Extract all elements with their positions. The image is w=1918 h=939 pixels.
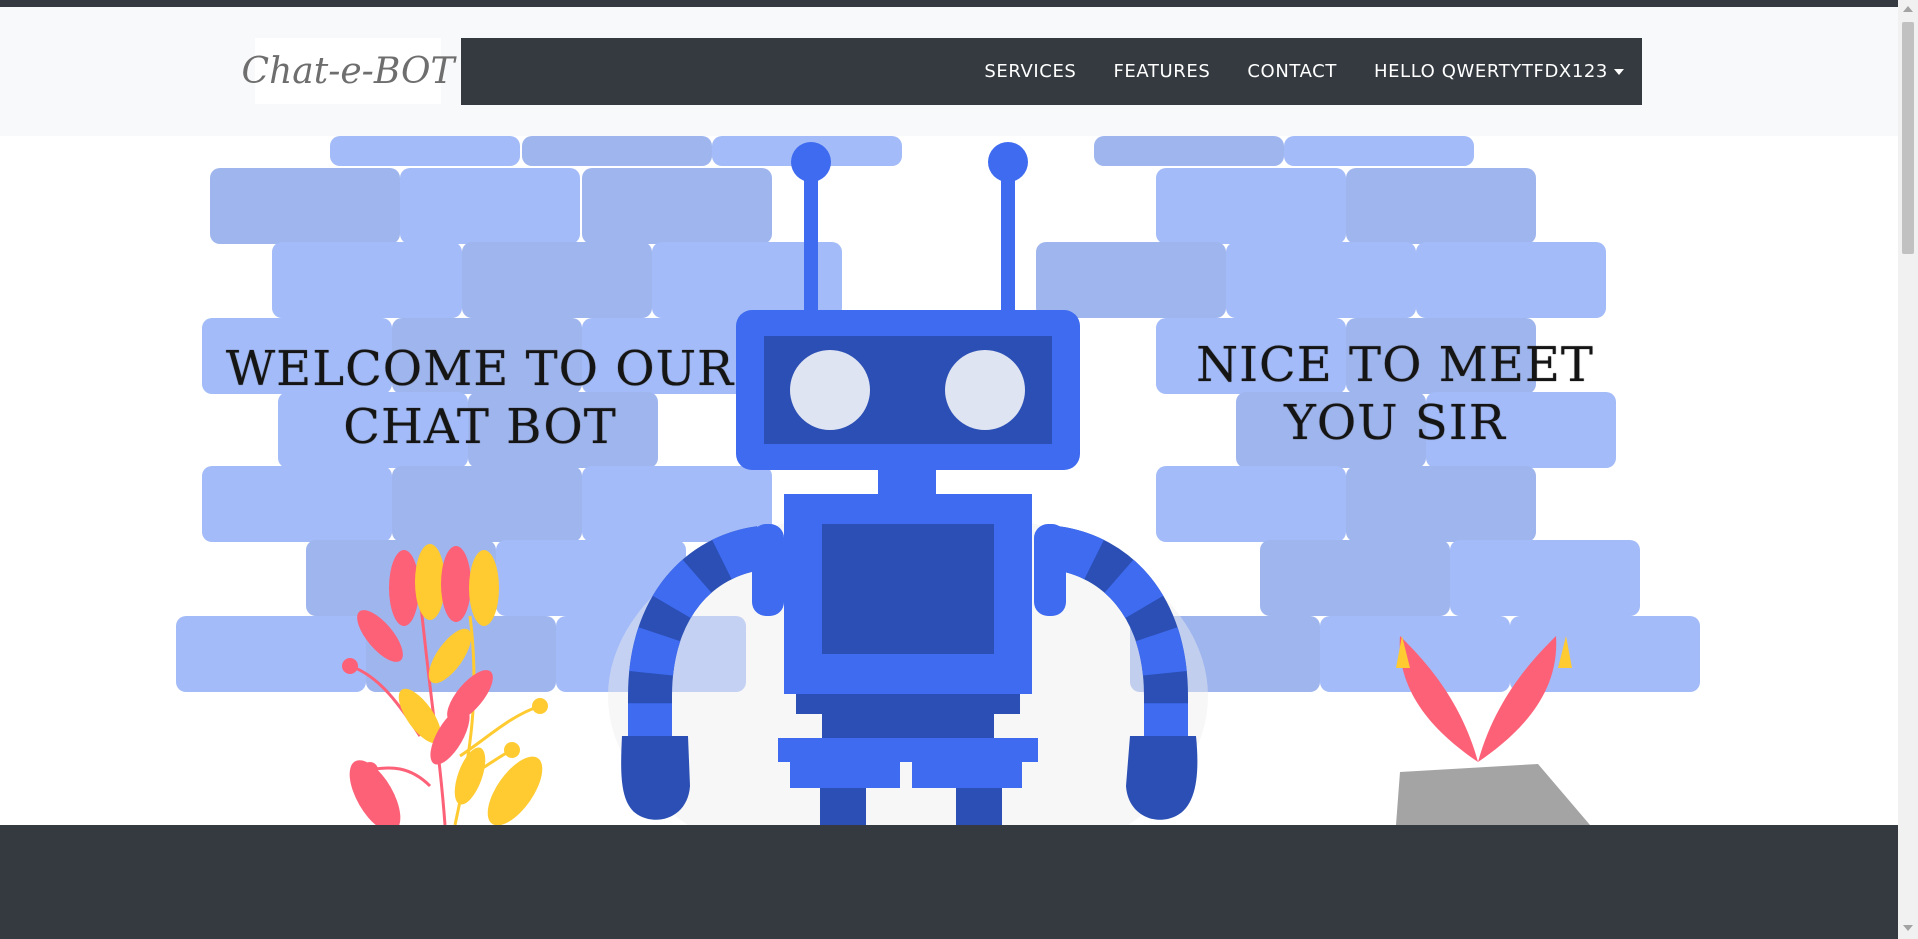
greeting-line-1: NICE TO MEET	[1196, 337, 1594, 393]
scroll-up-arrow-icon[interactable]	[1903, 6, 1913, 12]
user-menu-dropdown[interactable]: HELLO QWERTYTFDX123	[1374, 61, 1624, 82]
logo-text: Chat-e-BOT	[241, 50, 455, 92]
nav-features-link[interactable]: FEATURES	[1113, 61, 1210, 82]
hero-banner: WELCOME TO OUR CHAT BOT NICE TO MEET YOU…	[0, 136, 1898, 825]
greeting-heading: NICE TO MEET YOU SIR	[1160, 336, 1630, 452]
scrollbar-thumb[interactable]	[1902, 22, 1914, 254]
user-menu-label: HELLO QWERTYTFDX123	[1373, 61, 1608, 82]
nav-services-link[interactable]: SERVICES	[984, 61, 1076, 82]
nav-contact-link[interactable]: CONTACT	[1247, 61, 1337, 82]
welcome-line-2: CHAT BOT	[343, 399, 617, 455]
site-logo[interactable]: Chat-e-BOT	[242, 38, 454, 104]
page-footer	[0, 825, 1898, 939]
browser-top-strip	[0, 0, 1898, 7]
scroll-down-arrow-icon[interactable]	[1903, 925, 1913, 931]
hero-illustration	[176, 136, 1700, 825]
welcome-line-1: WELCOME TO OUR	[225, 341, 735, 397]
welcome-heading: WELCOME TO OUR CHAT BOT	[210, 340, 750, 456]
greeting-line-2: YOU SIR	[1284, 395, 1506, 451]
caret-down-icon	[1614, 69, 1624, 75]
main-navbar: SERVICES FEATURES CONTACT HELLO QWERTYTF…	[461, 38, 1642, 105]
